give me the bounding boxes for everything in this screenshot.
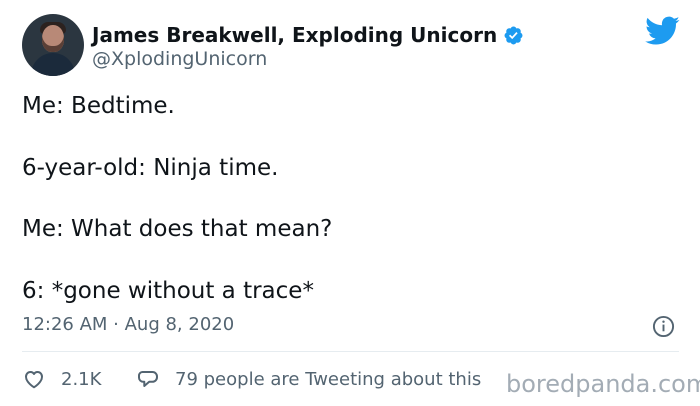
tweet-line-4: 6: *gone without a trace* <box>22 278 314 304</box>
tweet-timestamp[interactable]: 12:26 AM · Aug 8, 2020 <box>22 314 234 335</box>
twitter-bird-icon[interactable] <box>645 16 680 46</box>
conversation-action[interactable]: 79 people are Tweeting about this <box>136 367 481 391</box>
author-avatar[interactable] <box>22 14 84 76</box>
info-icon[interactable] <box>652 315 675 338</box>
tweet-divider <box>22 351 679 352</box>
boredpanda-watermark: boredpanda.com <box>506 370 700 398</box>
author-display-name[interactable]: James Breakwell, Exploding Unicorn <box>92 23 497 47</box>
avatar-face <box>42 25 64 52</box>
conversation-text[interactable]: 79 people are Tweeting about this <box>175 369 481 390</box>
author-name-row[interactable]: James Breakwell, Exploding Unicorn <box>92 21 524 49</box>
like-count[interactable]: 2.1K <box>61 369 101 390</box>
tweet-card: James Breakwell, Exploding Unicorn @Xplo… <box>0 0 700 406</box>
verified-badge-icon <box>504 26 523 44</box>
tweet-line-2: 6-year-old: Ninja time. <box>22 155 279 181</box>
tweet-line-1: Me: Bedtime. <box>22 93 175 119</box>
author-handle[interactable]: @XplodingUnicorn <box>92 48 267 70</box>
heart-icon[interactable] <box>22 367 46 391</box>
tweet-line-3: Me: What does that mean? <box>22 216 333 242</box>
avatar-shirt <box>31 53 75 76</box>
speech-bubble-icon[interactable] <box>136 367 160 391</box>
like-action[interactable]: 2.1K <box>22 367 101 391</box>
